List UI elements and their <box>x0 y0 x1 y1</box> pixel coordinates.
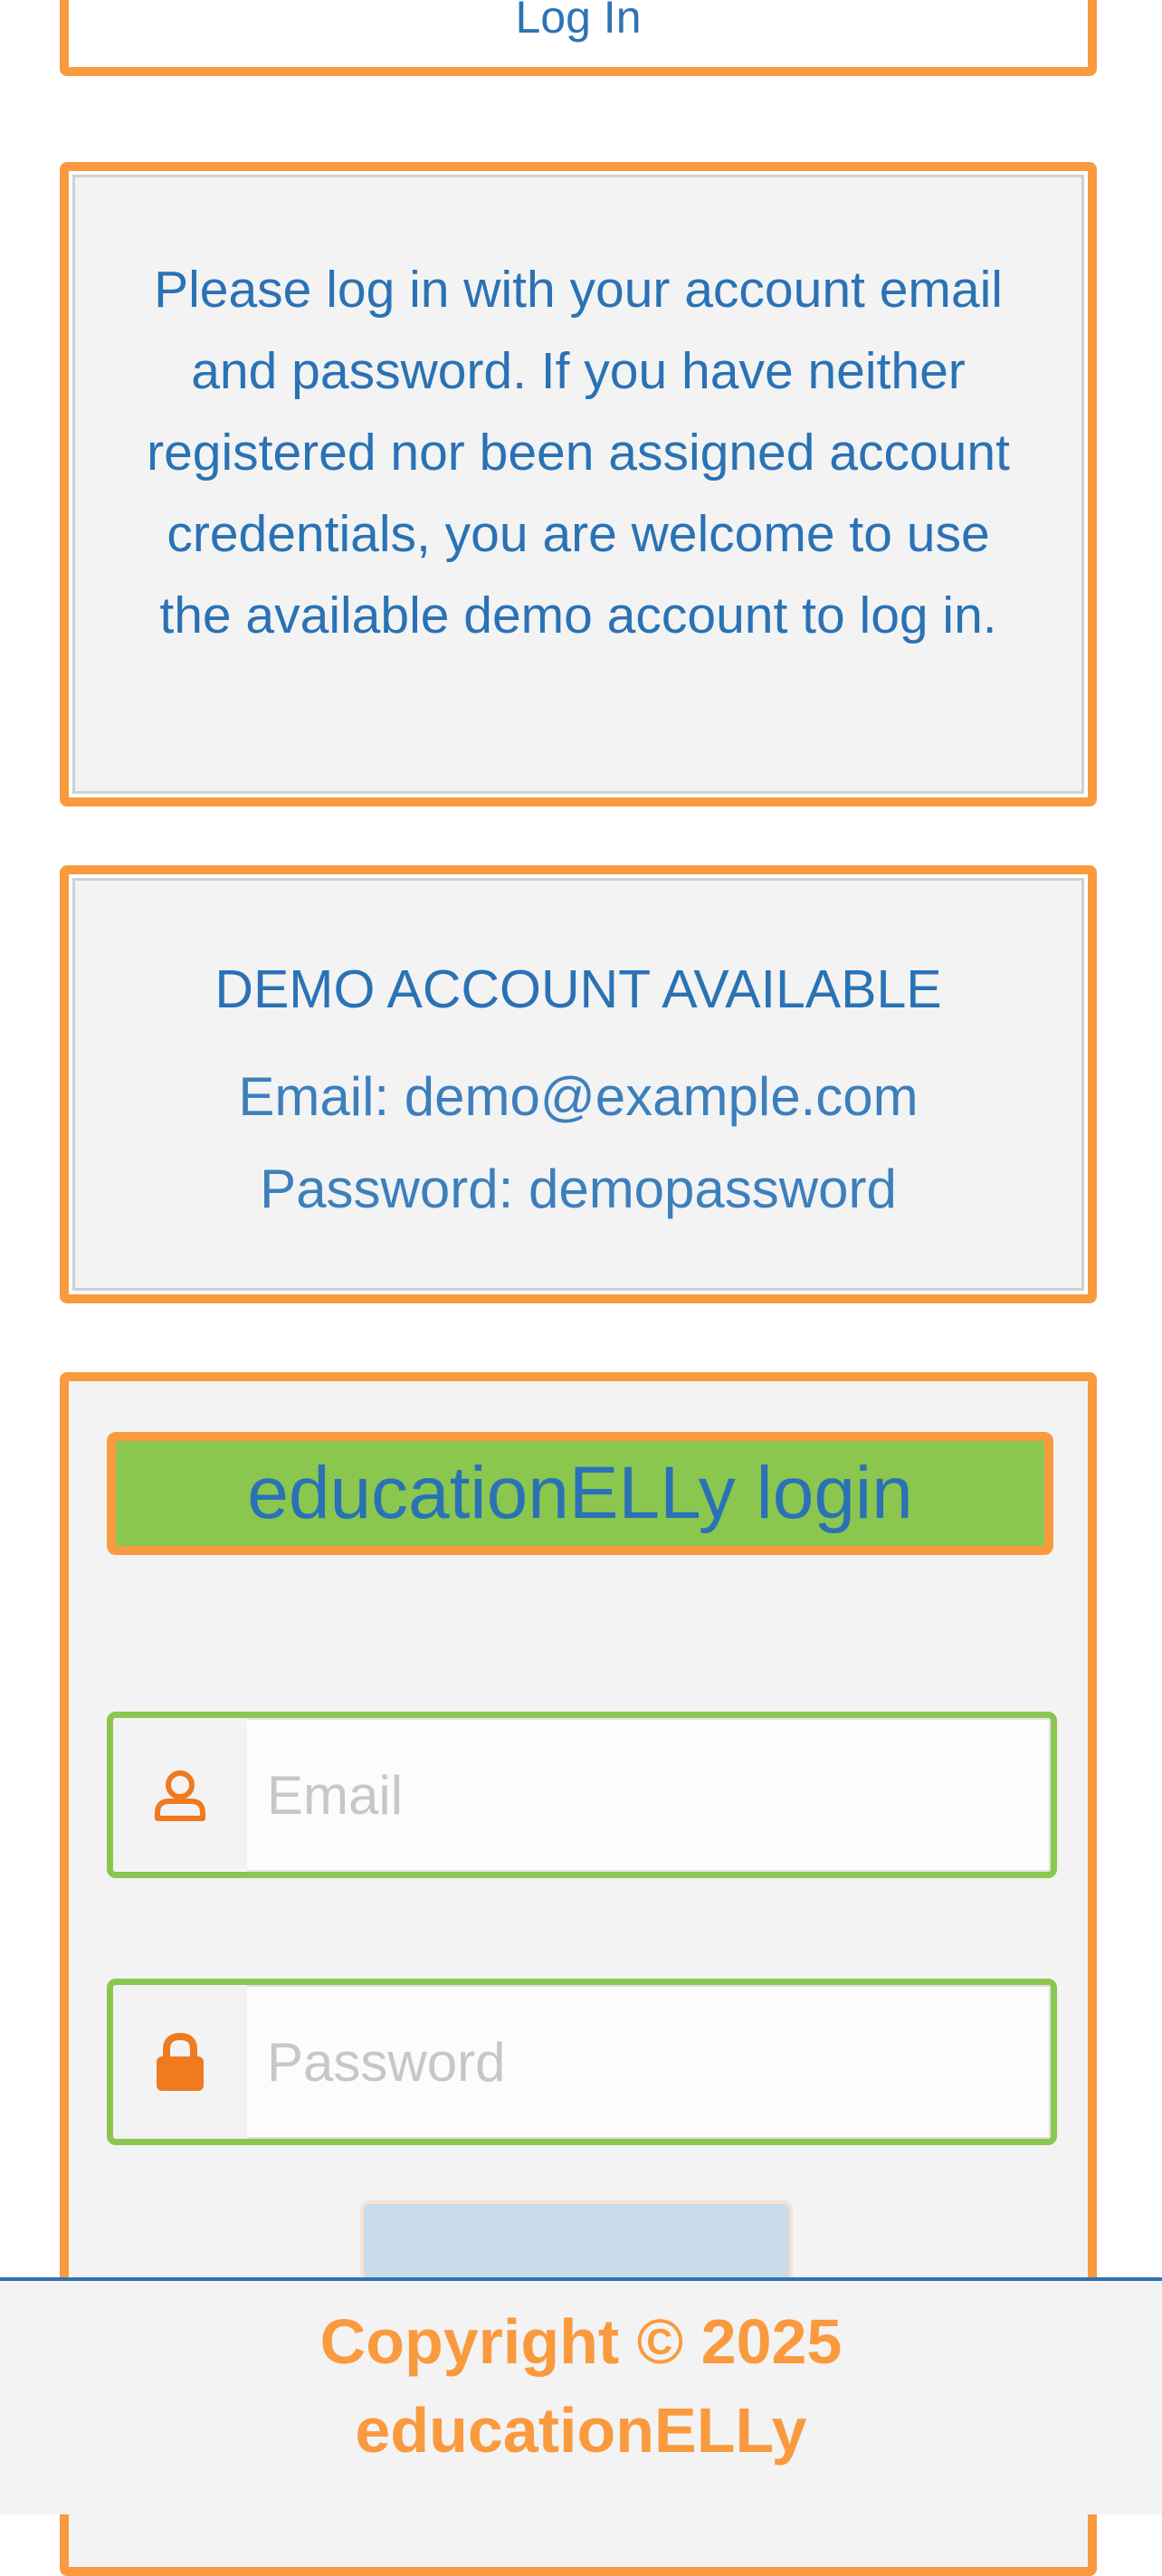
email-input[interactable] <box>247 1718 1051 1872</box>
login-button[interactable]: Log In <box>60 0 1097 76</box>
login-heading: educationELLy login <box>107 1432 1053 1555</box>
info-panel: Please log in with your account email an… <box>60 162 1097 806</box>
user-icon <box>155 1770 205 1821</box>
lock-icon <box>157 2032 204 2091</box>
password-field[interactable] <box>107 1979 1057 2145</box>
password-addon <box>113 1985 247 2139</box>
demo-heading: DEMO ACCOUNT AVAILABLE <box>214 959 942 1019</box>
footer-app-name: educationELLy <box>355 2395 807 2466</box>
demo-account-panel: DEMO ACCOUNT AVAILABLE Email: demo@examp… <box>60 865 1097 1303</box>
email-field[interactable] <box>107 1712 1057 1878</box>
footer: Copyright © 2025 educationELLy <box>0 2277 1162 2514</box>
password-input[interactable] <box>247 1985 1051 2139</box>
copyright-text: Copyright © 2025 <box>319 2306 843 2377</box>
info-text: Please log in with your account email an… <box>147 261 1010 644</box>
login-button-label: Log In <box>515 0 642 43</box>
demo-email: Email: demo@example.com <box>238 1066 919 1127</box>
demo-password: Password: demopassword <box>260 1159 897 1219</box>
email-addon <box>113 1718 247 1872</box>
